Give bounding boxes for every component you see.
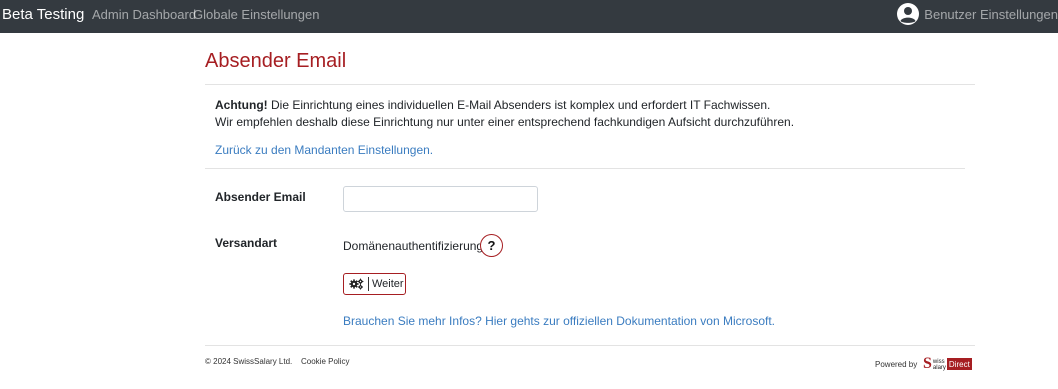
footer-divider [205,345,975,346]
user-settings-menu[interactable]: Benutzer Einstellungen [897,3,1058,25]
next-button[interactable]: Weiter [343,273,406,295]
cookie-policy-link[interactable]: Cookie Policy [301,357,349,366]
microsoft-documentation-link[interactable]: Brauchen Sie mehr Infos? Hier gehts zur … [343,314,775,328]
top-navbar: Beta Testing Admin Dashboard Globale Ein… [0,0,1058,33]
gears-icon [349,278,364,290]
user-icon [897,3,920,25]
warning-line-2: Wir empfehlen deshalb diese Einrichtung … [215,115,795,129]
next-button-label: Weiter [372,278,404,290]
sender-email-label: Absender Email [215,190,306,204]
help-question-button[interactable]: ? [480,234,503,257]
powered-by-label: Powered by [875,360,918,369]
warning-strong: Achtung! [215,98,268,112]
question-icon: ? [487,238,496,253]
send-type-label: Versandart [215,236,278,250]
nav-global-settings[interactable]: Globale Einstellungen [193,7,319,22]
logo-bottom: alary [932,364,946,371]
divider [205,84,975,85]
copyright: © 2024 SwissSalary Ltd. [205,357,293,366]
logo-wordmark: wiss alary [933,356,946,373]
brand[interactable]: Beta Testing [2,6,84,23]
back-to-tenant-settings-link[interactable]: Zurück zu den Mandanten Einstellungen. [215,143,433,157]
nav-admin-dashboard[interactable]: Admin Dashboard [92,7,196,22]
swisssalary-direct-logo: S wiss alary Direct [923,356,976,373]
logo-s: S [923,355,932,372]
divider [205,168,965,169]
separator [368,277,369,291]
sender-email-input[interactable] [343,186,538,212]
warning-line-1: Die Einrichtung eines individuellen E-Ma… [267,98,771,112]
user-settings-label: Benutzer Einstellungen [924,6,1058,22]
warning-text: Achtung! Die Einrichtung eines individue… [215,97,794,131]
page-title: Absender Email [205,50,347,72]
send-type-value: Domänenauthentifizierung [343,239,484,253]
logo-direct: Direct [946,358,972,370]
